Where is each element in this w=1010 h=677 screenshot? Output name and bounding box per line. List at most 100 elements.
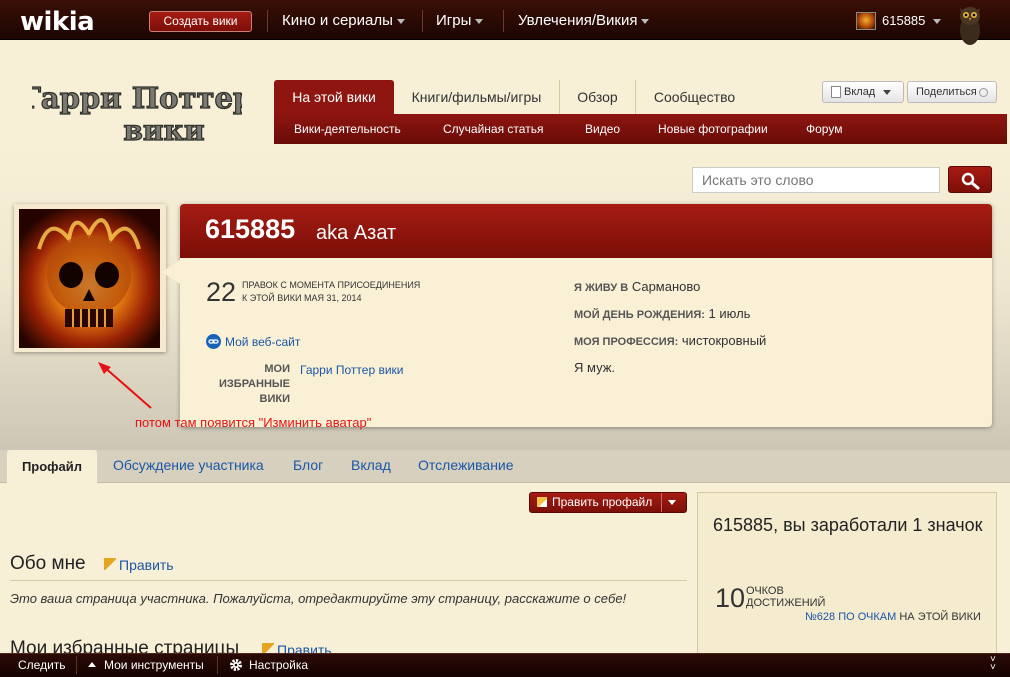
follow-button[interactable]: Следить (18, 658, 66, 672)
link-icon (206, 334, 221, 349)
edit-count: 22 (206, 277, 237, 307)
achievement-rank: №628 по очкам на этой вики (805, 611, 981, 623)
occupation-value: чистокровный (681, 333, 767, 348)
achievements-title: 615885, вы заработали 1 значок (713, 515, 983, 535)
about-me-text: Это ваша страница участника. Пожалуйста,… (10, 591, 627, 606)
chevron-down-icon (641, 18, 650, 24)
achievement-points: 10 (715, 583, 746, 613)
username: 615885 (882, 13, 926, 28)
toolbar-divider (217, 656, 218, 674)
hub-label: Увлечения/Викия (518, 12, 638, 29)
create-wiki-button[interactable]: Создать вики (149, 11, 252, 32)
section-divider (10, 580, 687, 581)
annotation-text: потом там появится "Изминить аватар" (135, 415, 372, 430)
profile-card-pointer (162, 260, 180, 284)
achievement-points-label: очков достижений (746, 585, 825, 609)
my-tools-label: Мои инструменты (104, 658, 204, 672)
user-menu[interactable]: 615885 (882, 13, 942, 28)
nav-divider (503, 10, 504, 32)
edit-profile-button[interactable]: Править профайл (529, 492, 687, 513)
share-label: Поделиться (916, 86, 977, 98)
edit-count-label-line1: правок с момента присоединения (242, 280, 421, 290)
occupation-label: Моя профессия: (574, 336, 679, 348)
birthday-row: Мой день рождения: 1 июль (574, 306, 750, 321)
tab-contributions[interactable]: Вклад (351, 457, 391, 473)
website-link[interactable]: Мой веб-сайт (225, 335, 300, 349)
contribute-button[interactable]: Вклад (822, 81, 904, 103)
about-edit-link[interactable]: Править (104, 557, 174, 573)
user-avatar-small[interactable] (856, 12, 876, 30)
hub-menu-movies[interactable]: Кино и сериалы (282, 11, 405, 31)
chevron-down-icon[interactable] (668, 500, 677, 506)
points-label-line2: достижений (746, 597, 826, 609)
birthday-value: 1 июль (708, 306, 751, 321)
toolbar-divider (76, 656, 77, 674)
wikia-logo[interactable]: wikia (20, 7, 95, 37)
flaming-skull-image (19, 209, 160, 348)
subnav-random-page[interactable]: Случайная статья (443, 122, 543, 136)
pencil-icon (537, 497, 547, 507)
pencil-icon (104, 558, 116, 570)
points-label-line1: очков (746, 585, 784, 597)
hub-menu-games[interactable]: Игры (436, 11, 484, 31)
tab-blog[interactable]: Блог (293, 457, 323, 473)
annotation-arrow (98, 362, 152, 409)
toolbar-collapse-icon[interactable]: ˅ ˅ (990, 655, 996, 673)
chevron-down-icon (883, 89, 892, 95)
search-button[interactable] (948, 166, 992, 193)
chevron-up-icon (88, 662, 96, 667)
my-tools-button[interactable]: Мои инструменты (88, 658, 204, 672)
hub-label: Игры (436, 12, 472, 29)
wiki-logo-line2: вики (123, 114, 204, 147)
location-value: Сарманово (631, 279, 701, 294)
contribute-label: Вклад (844, 86, 876, 98)
rank-link[interactable]: №628 по очкам (805, 611, 896, 623)
subnav-new-photos[interactable]: Новые фотографии (658, 122, 768, 136)
edit-count-label-wiki: к этой вики (242, 293, 302, 303)
nav-divider (267, 10, 268, 32)
subnav-forum[interactable]: Форум (806, 122, 842, 136)
chevron-down-icon (475, 18, 484, 24)
tab-talk[interactable]: Обсуждение участника (113, 457, 264, 473)
button-divider (661, 493, 663, 512)
share-button[interactable]: Поделиться (907, 81, 997, 103)
hub-label: Кино и сериалы (282, 12, 393, 29)
tab-profile[interactable]: Профайл (7, 450, 97, 484)
search-icon (961, 172, 980, 190)
subnav-wiki-activity[interactable]: Вики-деятельность (294, 122, 401, 136)
tab-on-this-wiki[interactable]: На этой вики (274, 80, 394, 114)
about-edit-label: Править (119, 557, 174, 573)
page-icon (831, 86, 841, 99)
search-input[interactable] (692, 167, 940, 193)
tab-books-films-games[interactable]: Книги/фильмы/игры (394, 80, 559, 114)
settings-label: Настройка (249, 658, 309, 672)
avatar[interactable] (19, 209, 160, 348)
edit-profile-label: Править профайл (552, 495, 653, 509)
chevron-down-icon (933, 19, 942, 25)
edit-count-label-line2: к этой вики МАЯ 31, 2014 (242, 292, 420, 305)
hub-menu-lifestyle[interactable]: Увлечения/Викия (518, 11, 650, 31)
tab-community[interactable]: Сообщество (635, 80, 753, 114)
edit-count-label: правок с момента присоединения к этой ви… (242, 279, 420, 305)
profile-card-header (180, 204, 992, 258)
chevron-down-icon (396, 18, 405, 24)
subnav-video[interactable]: Видео (585, 122, 620, 136)
share-icon (978, 87, 988, 97)
profile-realname: aka Азат (316, 222, 397, 244)
nav-divider (422, 10, 423, 32)
fav-wiki-link[interactable]: Гарри Поттер вики (300, 363, 404, 377)
location-label: Я живу в (574, 282, 629, 294)
wiki-logo-line1: Гарри Поттер (32, 81, 242, 115)
birthday-label: Мой день рождения: (574, 309, 705, 321)
join-date: МАЯ 31, 2014 (303, 293, 362, 303)
about-me-heading: Обо мне (10, 553, 86, 574)
fav-wikis-label: Мои избранные вики (218, 363, 290, 405)
tab-following[interactable]: Отслеживание (418, 457, 514, 473)
wiki-logo[interactable]: Гарри Поттер вики (32, 74, 242, 150)
owl-icon (960, 7, 980, 45)
profile-username: 615885 (205, 214, 296, 244)
settings-button[interactable]: Настройка (229, 658, 308, 672)
gender-text: Я муж. (574, 360, 616, 375)
occupation-row: Моя профессия: чистокровный (574, 333, 766, 348)
tab-overview[interactable]: Обзор (559, 80, 635, 114)
